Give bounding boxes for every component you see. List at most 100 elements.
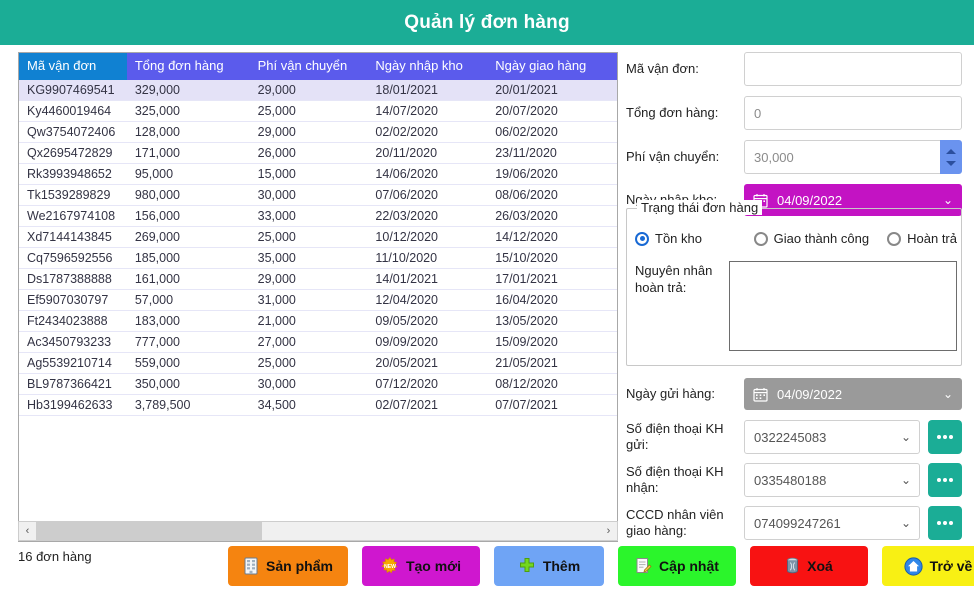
cccd-nhan-vien-browse-button[interactable] [928,506,962,540]
table-cell: 15/10/2020 [495,251,558,265]
table-cell: 19/06/2020 [495,167,558,181]
field-cccd-nhan-vien: CCCD nhân viên giao hàng: 074099247261 ⌄ [626,506,962,540]
chevron-down-icon[interactable]: ⌄ [901,516,911,530]
table-cell: 09/05/2020 [375,314,438,328]
calendar-icon [753,387,768,402]
table-cell: 17/01/2021 [495,272,558,286]
table-cell: 20/05/2021 [375,356,438,370]
table-cell: 02/02/2020 [375,125,438,139]
table-cell: 26/03/2020 [495,209,558,223]
table-cell: 777,000 [134,335,181,349]
field-sdt-kh-nhan: Số điện thoại KH nhận: 0335480188 ⌄ [626,463,962,497]
table-row[interactable]: BL9787366421 350,000 30,000 07/12/2020 08/12… [19,374,617,395]
table-cell: Ft2434023888 [27,314,108,328]
add-button[interactable]: Thêm [494,546,604,586]
table-cell: Hb3199462633 [27,398,113,412]
table-row[interactable]: Ky4460019464 325,000 25,000 14/07/2020 20/07… [19,101,617,122]
stepper-buttons[interactable] [940,140,962,174]
table-row[interactable]: Qw3754072406 128,000 29,000 02/02/2020 06/02… [19,122,617,143]
svg-text:NEW: NEW [384,564,396,570]
table-row[interactable]: Ac3450793233 777,000 27,000 09/09/2020 15/09… [19,332,617,353]
scrollbar-thumb[interactable] [36,522,262,540]
scroll-left-arrow-icon[interactable]: ‹ [19,522,36,540]
dot-icon [943,521,947,525]
table-column-header[interactable]: Tổng đơn hàng [127,53,250,80]
nguyen-nhan-textarea[interactable] [729,261,957,351]
radio-option-2[interactable]: Giao thành công [753,231,887,246]
table-column-header[interactable]: Ngày giao hàng [487,53,617,80]
table-column-header[interactable]: Mã vận đơn [19,53,127,80]
table-cell: Qw3754072406 [27,125,116,139]
table-row[interactable]: Ag5539210714 559,000 25,000 20/05/2021 21/05… [19,353,617,374]
table-cell: 09/09/2020 [375,335,438,349]
sdt-kh-nhan-browse-button[interactable] [928,463,962,497]
scrollbar-track[interactable] [36,522,600,540]
back-button[interactable]: Trở về [882,546,974,586]
sdt-kh-gui-value[interactable]: 0322245083 [744,420,920,454]
table-cell: 156,000 [134,209,181,223]
sdt-kh-nhan-value[interactable]: 0335480188 [744,463,920,497]
stepper-down-icon[interactable] [946,160,956,166]
table-cell: 12/04/2020 [375,293,438,307]
radio-button-icon[interactable] [887,231,902,246]
radio-option-label: Giao thành công [773,231,870,246]
table-row[interactable]: We2167974108 156,000 33,000 22/03/2020 26/03… [19,206,617,227]
table-cell: 559,000 [134,356,181,370]
phi-van-chuyen-input[interactable] [744,140,940,174]
table-row[interactable]: Ef5907030797 57,000 31,000 12/04/2020 16/04/… [19,290,617,311]
table-row[interactable]: Rk3993948652 95,000 15,000 14/06/2020 19/06/… [19,164,617,185]
ngay-gui-hang-datepicker[interactable]: 04/09/2022 ⌄ [744,378,962,410]
table-cell: 57,000 [134,293,174,307]
chevron-down-icon[interactable]: ⌄ [943,387,953,401]
radio-button-icon[interactable] [753,231,768,246]
table-row[interactable]: Qx2695472829 171,000 26,000 20/11/2020 23/11… [19,143,617,164]
stepper-up-icon[interactable] [946,148,956,154]
sdt-kh-nhan-combobox[interactable]: 0335480188 ⌄ [744,463,920,497]
delete-button[interactable]: Xoá [750,546,868,586]
dot-icon [949,478,953,482]
table-horizontal-scrollbar[interactable]: ‹ › [18,521,618,541]
table-cell: 20/07/2020 [495,104,558,118]
table-row[interactable]: Hb3199462633 3,789,500 34,500 02/07/2021 07/… [19,395,617,416]
table-row[interactable]: Xd7144143845 269,000 25,000 10/12/2020 14/12… [19,227,617,248]
cccd-nhan-vien-label: CCCD nhân viên giao hàng: [626,506,724,538]
radio-option-3[interactable]: Hoàn trả [887,231,957,246]
scroll-right-arrow-icon[interactable]: › [600,522,617,540]
cccd-nhan-vien-combobox[interactable]: 074099247261 ⌄ [744,506,920,540]
table-cell: 128,000 [134,125,181,139]
ma-van-don-input[interactable] [744,52,962,86]
table-cell: 20/11/2020 [375,146,438,160]
table-cell: 3,789,500 [134,398,191,412]
chevron-down-icon[interactable]: ⌄ [943,193,953,207]
tong-don-hang-input[interactable] [744,96,962,130]
radio-button-icon[interactable] [635,231,649,246]
update-button[interactable]: Cập nhật [618,546,736,586]
table-cell: Ky4460019464 [27,104,112,118]
cccd-nhan-vien-value[interactable]: 074099247261 [744,506,920,540]
table-row[interactable]: Cq7596592556 185,000 35,000 11/10/2020 15/10… [19,248,617,269]
radio-option-label: Tồn kho [655,231,702,246]
table-cell: 15/09/2020 [495,335,558,349]
sdt-kh-gui-browse-button[interactable] [928,420,962,454]
chevron-down-icon[interactable]: ⌄ [901,473,911,487]
table-row[interactable]: Ds1787388888 161,000 29,000 14/01/2021 17/01… [19,269,617,290]
products-button[interactable]: Sản phẩm [228,546,348,586]
table-column-header[interactable]: Ngày nhập kho [367,53,487,80]
chevron-down-icon[interactable]: ⌄ [901,430,911,444]
table-cell: 25,000 [257,104,296,118]
table-row[interactable]: Ft2434023888 183,000 21,000 09/05/2020 13/05… [19,311,617,332]
table-cell: Cq7596592556 [27,251,113,265]
ngay-nhap-kho-value: 04/09/2022 [777,192,843,208]
table-column-header[interactable]: Phí vận chuyển [250,53,368,80]
table-row[interactable]: Tk1539289829 980,000 30,000 07/06/2020 08/06… [19,185,617,206]
radio-option-1[interactable]: Tồn kho [635,231,754,246]
table-cell: 30,000 [257,377,296,391]
table-cell: 08/06/2020 [495,188,558,202]
table-row[interactable]: KG9907469541 329,000 29,000 18/01/2021 20/01… [19,80,617,101]
trash-icon [785,557,800,575]
sdt-kh-gui-combobox[interactable]: 0322245083 ⌄ [744,420,920,454]
create-new-button[interactable]: NEW Tạo mới [362,546,480,586]
button-label: Xoá [807,558,833,574]
phi-van-chuyen-stepper[interactable] [744,140,962,174]
table-body[interactable]: KG9907469541 329,000 29,000 18/01/2021 20/01… [19,80,617,541]
